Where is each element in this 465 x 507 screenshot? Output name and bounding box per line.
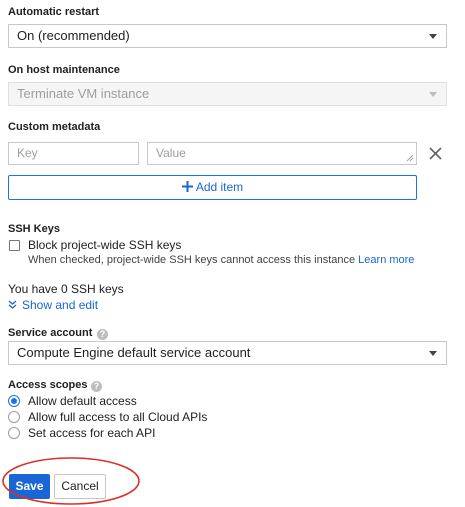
radio-each-api-label: Set access for each API <box>28 426 156 440</box>
show-and-edit-label: Show and edit <box>22 298 99 312</box>
radio-default-access-label: Allow default access <box>28 394 137 408</box>
ssh-keys-help-text: When checked, project-wide SSH keys cann… <box>28 254 356 266</box>
block-ssh-keys-label: Block project-wide SSH keys <box>28 238 182 252</box>
plus-icon <box>181 181 193 192</box>
on-host-maintenance-value: Terminate VM instance <box>17 86 150 101</box>
metadata-key-placeholder: Key <box>17 146 38 160</box>
metadata-value-input[interactable]: Value <box>147 142 417 165</box>
resize-handle-icon[interactable] <box>406 154 414 162</box>
automatic-restart-label: Automatic restart <box>8 6 100 18</box>
custom-metadata-label: Custom metadata <box>8 121 101 133</box>
access-scopes-label: Access scopes <box>8 379 88 391</box>
learn-more-link[interactable]: Learn more <box>358 254 414 266</box>
service-account-value: Compute Engine default service account <box>17 345 251 360</box>
ssh-keys-count: You have 0 SSH keys <box>8 282 124 296</box>
help-icon[interactable]: ? <box>91 381 102 392</box>
ssh-keys-help: When checked, project-wide SSH keys cann… <box>28 254 414 266</box>
add-item-button[interactable]: Add item <box>8 175 417 200</box>
help-icon[interactable]: ? <box>97 329 108 340</box>
dropdown-caret-icon <box>429 34 437 39</box>
ssh-keys-label: SSH Keys <box>8 223 60 235</box>
on-host-maintenance-label: On host maintenance <box>8 64 120 76</box>
metadata-value-placeholder: Value <box>156 146 186 160</box>
double-chevron-down-icon <box>8 300 17 309</box>
automatic-restart-value: On (recommended) <box>17 28 130 43</box>
dropdown-caret-icon <box>429 351 437 356</box>
metadata-key-input[interactable]: Key <box>8 142 139 165</box>
automatic-restart-select[interactable]: On (recommended) <box>8 24 447 48</box>
close-icon[interactable] <box>429 147 442 160</box>
radio-full-access[interactable] <box>8 411 20 423</box>
radio-full-access-label: Allow full access to all Cloud APIs <box>28 410 208 424</box>
dropdown-caret-icon <box>429 92 437 97</box>
radio-default-access[interactable] <box>8 395 20 407</box>
block-ssh-keys-checkbox[interactable] <box>9 240 20 251</box>
add-item-label: Add item <box>195 180 244 194</box>
on-host-maintenance-select: Terminate VM instance <box>8 82 447 106</box>
radio-each-api[interactable] <box>8 427 20 439</box>
service-account-select[interactable]: Compute Engine default service account <box>8 341 447 365</box>
service-account-label: Service account <box>8 327 93 339</box>
show-and-edit-toggle[interactable]: Show and edit <box>8 298 98 312</box>
highlight-annotation <box>2 457 140 505</box>
